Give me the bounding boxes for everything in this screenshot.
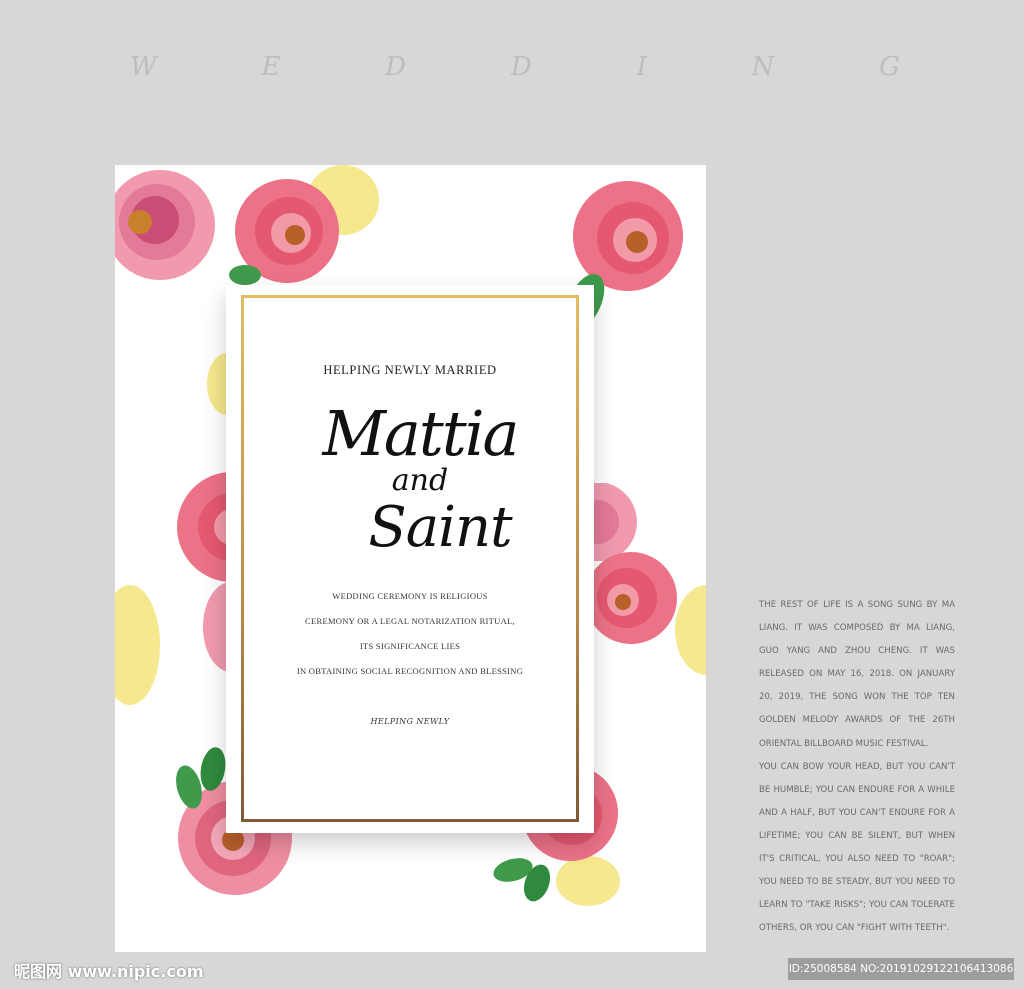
yellow-petal-decoration <box>115 585 160 705</box>
first-name: Mattia <box>322 397 519 470</box>
invitation-card: HELPING NEWLY MARRIED Mattia and Saint W… <box>226 285 594 833</box>
side-paragraph: YOU CAN BOW YOUR HEAD, BUT YOU CAN'T BE … <box>759 761 955 934</box>
rose-icon <box>115 170 215 280</box>
rose-icon <box>593 552 677 644</box>
invitation-body-line: CEREMONY OR A LEGAL NOTARIZATION RITUAL, <box>305 616 515 626</box>
heading-letter: D <box>385 52 407 82</box>
invitation-body-line: IN OBTAINING SOCIAL RECOGNITION AND BLES… <box>296 666 524 676</box>
second-name: Saint <box>368 495 512 560</box>
side-paragraph: THE REST OF LIFE IS A SONG SUNG BY MA LI… <box>759 600 955 749</box>
heading-letter: D <box>510 52 532 82</box>
wedding-heading: W E D D I N G <box>130 52 900 88</box>
heading-letter: W <box>130 52 157 82</box>
invitation-body-line: ITS SIGNIFICANCE LIES <box>359 641 461 651</box>
image-id-watermark: ID:25008584 NO:20191029122106413086 <box>788 958 1014 980</box>
leaf-icon <box>176 747 226 809</box>
site-watermark: 昵图网 www.nipic.com <box>14 962 204 981</box>
and-text: and <box>391 463 449 498</box>
heading-letter: N <box>751 52 775 82</box>
side-text-block: THE REST OF LIFE IS A SONG SUNG BY MA LI… <box>759 594 955 940</box>
invitation-body-line: WEDDING CEREMONY IS RELIGIOUS <box>332 591 488 601</box>
heading-letter: G <box>879 52 900 82</box>
heading-letter: I <box>636 52 647 82</box>
leaf-icon <box>493 858 551 902</box>
heading-letter: E <box>261 52 281 82</box>
invitation-title: HELPING NEWLY MARRIED <box>323 363 497 377</box>
leaf-icon <box>229 265 261 285</box>
footer-script: HELPING NEWLY <box>370 717 450 726</box>
